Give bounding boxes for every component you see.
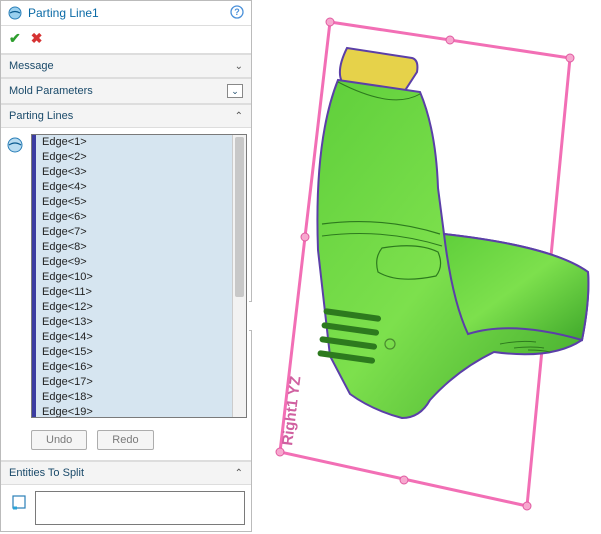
scroll-thumb[interactable] <box>235 137 244 297</box>
section-entities-to-split[interactable]: Entities To Split ⌃ <box>1 461 251 485</box>
svg-text:?: ? <box>234 7 240 17</box>
scrollbar[interactable] <box>232 135 246 417</box>
edge-list-item[interactable]: Edge<14> <box>36 330 232 345</box>
edge-list-item[interactable]: Edge<7> <box>36 225 232 240</box>
edge-list-item[interactable]: Edge<19> <box>36 405 232 417</box>
edge-list-item[interactable]: Edge<2> <box>36 150 232 165</box>
help-icon[interactable]: ? <box>229 5 245 21</box>
edge-list-item[interactable]: Edge<15> <box>36 345 232 360</box>
chevron-up-icon: ⌃ <box>235 468 243 479</box>
section-label: Entities To Split <box>9 467 84 479</box>
edge-list-item[interactable]: Edge<10> <box>36 270 232 285</box>
ok-button[interactable]: ✔ <box>9 30 21 47</box>
edge-list-item[interactable]: Edge<9> <box>36 255 232 270</box>
selection-type-icon-column <box>7 491 31 514</box>
section-label: Message <box>9 60 54 72</box>
section-parting-lines[interactable]: Parting Lines ⌃ <box>1 104 251 128</box>
entities-to-split-body <box>1 485 251 531</box>
edge-list-item[interactable]: Edge<1> <box>36 135 232 150</box>
undo-button[interactable]: Undo <box>31 430 87 450</box>
edge-list-item[interactable]: Edge<5> <box>36 195 232 210</box>
edge-list-item[interactable]: Edge<8> <box>36 240 232 255</box>
selection-type-icon-column <box>3 134 27 418</box>
edge-list-item[interactable]: Edge<18> <box>36 390 232 405</box>
edge-list-item[interactable]: Edge<11> <box>36 285 232 300</box>
viewport-3d[interactable]: Right1 YZ <box>252 0 601 534</box>
edge-list[interactable]: Edge<1>Edge<2>Edge<3>Edge<4>Edge<5>Edge<… <box>32 135 232 417</box>
split-entity-icon[interactable] <box>10 493 28 514</box>
plane-label: Right1 YZ <box>279 375 304 446</box>
parting-line-icon <box>7 5 23 21</box>
parting-lines-body: Edge<1>Edge<2>Edge<3>Edge<4>Edge<5>Edge<… <box>1 128 251 424</box>
section-label: Parting Lines <box>9 110 73 122</box>
edge-list-item[interactable]: Edge<12> <box>36 300 232 315</box>
undo-redo-row: Undo Redo <box>1 424 251 461</box>
chevron-down-icon: ⌄ <box>227 84 243 98</box>
parting-line-selection-icon[interactable] <box>6 136 24 418</box>
section-mold-parameters[interactable]: Mold Parameters ⌄ <box>1 78 251 104</box>
edge-list-container: Edge<1>Edge<2>Edge<3>Edge<4>Edge<5>Edge<… <box>31 134 247 418</box>
edge-list-item[interactable]: Edge<4> <box>36 180 232 195</box>
cancel-button[interactable]: ✖ <box>31 30 43 47</box>
chevron-up-icon: ⌃ <box>235 111 243 122</box>
model-body[interactable] <box>317 48 588 418</box>
titlebar: Parting Line1 ? <box>1 1 251 26</box>
section-label: Mold Parameters <box>9 85 93 97</box>
feature-title: Parting Line1 <box>28 6 224 20</box>
edge-list-item[interactable]: Edge<13> <box>36 315 232 330</box>
edge-list-item[interactable]: Edge<3> <box>36 165 232 180</box>
confirm-row: ✔ ✖ <box>1 26 251 54</box>
edge-list-item[interactable]: Edge<16> <box>36 360 232 375</box>
edge-list-item[interactable]: Edge<17> <box>36 375 232 390</box>
edge-list-item[interactable]: Edge<6> <box>36 210 232 225</box>
section-message[interactable]: Message ⌄ <box>1 54 251 78</box>
entities-to-split-field[interactable] <box>35 491 245 525</box>
chevron-down-icon: ⌄ <box>235 61 243 72</box>
property-manager-panel: Parting Line1 ? ✔ ✖ Message ⌄ Mold Param… <box>0 0 252 532</box>
redo-button[interactable]: Redo <box>97 430 153 450</box>
